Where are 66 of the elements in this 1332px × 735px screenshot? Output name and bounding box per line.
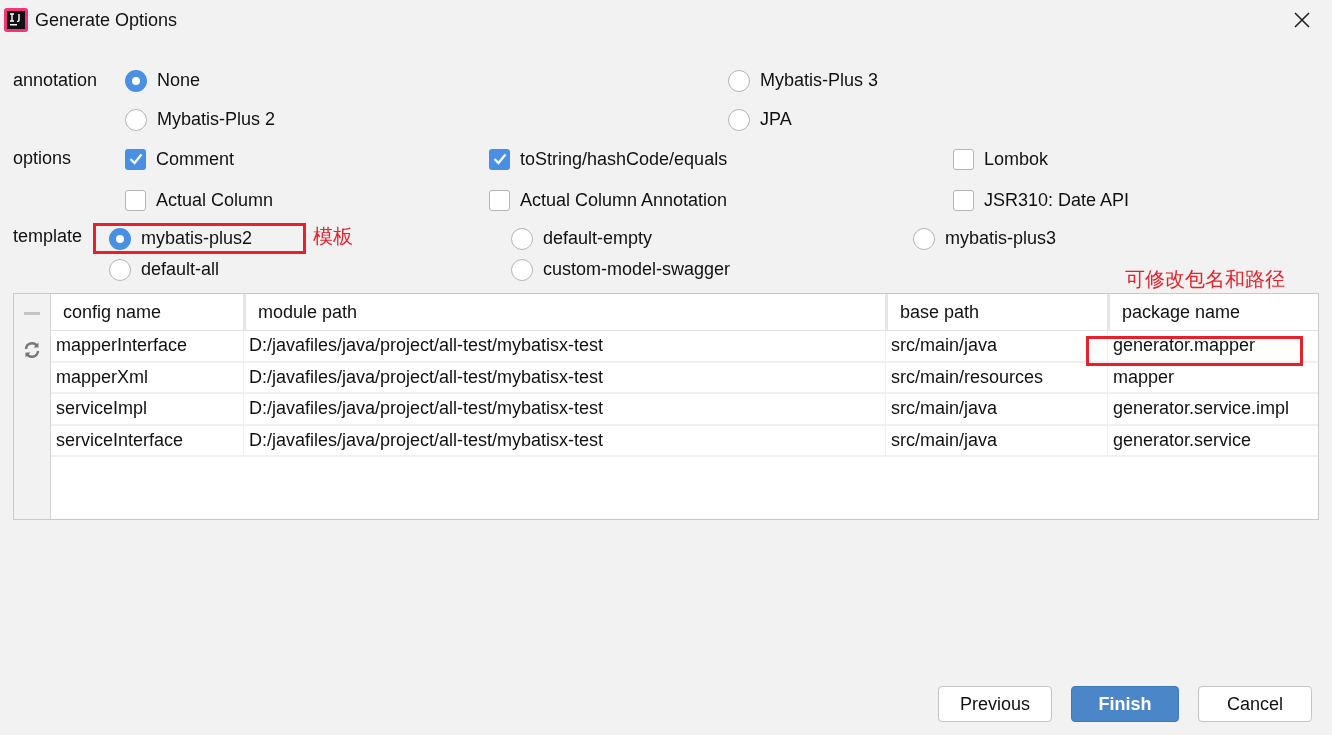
radio-option[interactable]: None <box>125 65 201 96</box>
radio-option[interactable]: Mybatis-Plus 2 <box>125 104 276 135</box>
window-title: Generate Options <box>35 8 178 32</box>
field-label: annotation <box>13 69 99 92</box>
checkbox[interactable] <box>953 189 974 211</box>
column-header[interactable]: config name <box>51 294 243 330</box>
radio-button[interactable] <box>125 69 147 92</box>
radio-button[interactable] <box>728 69 750 92</box>
radio-option[interactable]: custom-model-swagger <box>511 254 731 285</box>
table-cell: generator.mapper <box>1107 331 1318 361</box>
radio-option[interactable]: Mybatis-Plus 3 <box>728 65 879 96</box>
minus-icon <box>24 311 40 315</box>
table-cell-text: serviceInterface <box>55 428 185 452</box>
annotation-note: 模板 <box>313 224 353 249</box>
refresh-button[interactable] <box>22 340 42 360</box>
radio-option[interactable]: mybatis-plus2 <box>109 223 253 254</box>
dialog-button[interactable]: Cancel <box>1198 686 1312 722</box>
field-label: options <box>13 146 73 170</box>
radio-button[interactable] <box>125 108 147 131</box>
radio-option[interactable]: JPA <box>728 104 792 135</box>
column-header[interactable]: base path <box>885 294 1107 330</box>
table-cell: D:/javafiles/java/project/all-test/mybatisx-test <box>243 394 885 424</box>
checkbox-option[interactable]: toString/hashCode/equals <box>489 141 728 177</box>
checkmark-icon <box>128 153 143 165</box>
table-cell: src/main/java <box>885 425 1107 455</box>
radio-option[interactable]: default-all <box>109 254 220 285</box>
table-cell-text: mapperInterface <box>55 334 189 358</box>
checkbox-option[interactable]: Comment <box>125 141 235 177</box>
radio-button[interactable] <box>913 227 935 250</box>
table-cell-text: serviceImpl <box>55 397 149 421</box>
radio-option[interactable]: default-empty <box>511 223 653 254</box>
checkbox-option[interactable]: JSR310: Date API <box>953 182 1130 218</box>
checkbox[interactable] <box>953 148 974 170</box>
table-cell: src/main/java <box>885 394 1107 424</box>
table-cell: generator.service.impl <box>1107 394 1318 424</box>
table-cell: src/main/resources <box>885 362 1107 392</box>
dialog-button[interactable]: Finish <box>1071 686 1179 722</box>
dialog-button[interactable]: Previous <box>938 686 1052 722</box>
table-cell: generator.service <box>1107 425 1318 455</box>
checkmark-icon <box>492 153 507 165</box>
checkbox-option[interactable]: Lombok <box>953 141 1049 177</box>
radio-button[interactable] <box>511 227 533 250</box>
checkbox[interactable] <box>125 148 146 170</box>
checkbox[interactable] <box>489 148 510 170</box>
app-logo-icon <box>4 8 28 32</box>
annotation-note: 可修改包名和路径 <box>1125 269 1285 289</box>
radio-button[interactable] <box>511 258 533 281</box>
table-cell-text: mapperXml <box>55 365 150 389</box>
table-cell: D:/javafiles/java/project/all-test/mybatisx-test <box>243 362 885 392</box>
column-header[interactable]: module path <box>243 294 885 330</box>
refresh-icon <box>23 341 41 359</box>
radio-button[interactable] <box>109 258 131 281</box>
checkbox[interactable] <box>125 189 146 211</box>
table-cell: src/main/java <box>885 331 1107 361</box>
checkbox-option[interactable]: Actual Column Annotation <box>489 182 728 218</box>
radio-option[interactable]: mybatis-plus3 <box>913 223 1057 254</box>
close-icon <box>1294 12 1310 28</box>
table-cell: mapper <box>1107 362 1318 392</box>
checkbox[interactable] <box>489 189 510 211</box>
radio-button[interactable] <box>109 227 131 250</box>
field-label: template <box>13 224 84 248</box>
column-header[interactable]: package name <box>1107 294 1318 330</box>
radio-button[interactable] <box>728 108 750 131</box>
table-cell: D:/javafiles/java/project/all-test/mybatisx-test <box>243 331 885 361</box>
checkbox-option[interactable]: Actual Column <box>125 182 274 218</box>
table-cell: D:/javafiles/java/project/all-test/mybatisx-test <box>243 425 885 455</box>
